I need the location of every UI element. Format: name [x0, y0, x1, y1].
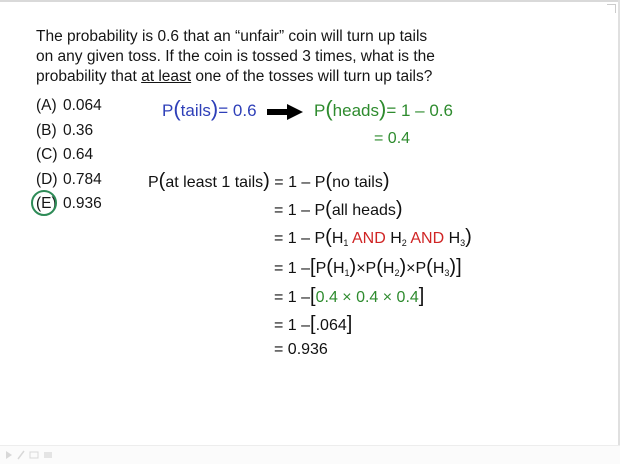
choice-letter: (D)	[36, 170, 58, 188]
choice-letter: (B)	[36, 121, 57, 139]
choice-value: 0.64	[63, 146, 94, 163]
step-1-rhs-arg: no tails	[332, 174, 383, 191]
choice-a[interactable]: (A) 0.064	[36, 96, 102, 121]
and-keyword: AND	[351, 230, 386, 247]
question-line-2: on any given toss. If the coin is tossed…	[36, 48, 435, 65]
p-symbol: P	[315, 260, 327, 277]
p-symbol: P	[415, 260, 427, 277]
h-subscript: 1	[343, 238, 349, 248]
question-underlined-phrase: at least	[141, 68, 192, 85]
choice-letter: (C)	[36, 146, 58, 163]
question-text: The probability is 0.6 that an “unfair” …	[36, 27, 596, 87]
tails-arg: tails	[180, 101, 211, 120]
p-symbol: P	[162, 101, 174, 120]
h-symbol: H	[332, 260, 345, 277]
heads-result: = 0.4	[374, 130, 411, 147]
step-2-rhs: = 1 – P	[274, 202, 326, 219]
step-5-rhs: = 1 –	[274, 289, 311, 306]
choice-b[interactable]: (B) 0.36	[36, 121, 102, 146]
step-3: = 1 – P(H1 AND H2 AND H3)	[274, 226, 472, 248]
step-7-final-answer: = 0.936	[274, 341, 328, 358]
times-symbol: ×	[356, 260, 366, 277]
question-line-3-end: one of the tosses will turn up tails?	[191, 68, 433, 85]
step-6-rhs: = 1 –	[274, 317, 311, 334]
choice-value: 0.36	[63, 121, 94, 139]
p-symbol: P	[148, 174, 159, 191]
corner-mark	[607, 4, 616, 13]
question-line-3-start: probability that	[36, 68, 142, 85]
question-line-1: The probability is 0.6 that an “unfair” …	[36, 28, 428, 45]
h-subscript: 2	[401, 238, 407, 248]
step-5: = 1 –[0.4 × 0.4 × 0.4]	[274, 285, 425, 307]
p-symbol: P	[365, 260, 377, 277]
h-symbol: H	[448, 230, 461, 247]
toolbar-icons	[6, 450, 52, 460]
heads-expression: = 1 – 0.6	[386, 101, 453, 120]
step-3-rhs: = 1 – P	[274, 230, 326, 247]
choice-value: 0.936	[63, 195, 102, 212]
tails-value: = 0.6	[218, 101, 257, 120]
slide-top-border	[0, 0, 620, 2]
play-icon	[6, 451, 12, 459]
answer-choices: (A) 0.064 (B) 0.36 (C) 0.64 (D) 0.784 (E) 0.9…	[31, 96, 102, 219]
h-symbol: H	[382, 260, 395, 277]
product-expression: 0.4 × 0.4 × 0.4	[315, 289, 419, 306]
step-1: P(at least 1 tails) = 1 – P(no tails)	[148, 170, 390, 192]
slide-icon	[29, 451, 39, 459]
choice-e[interactable]: (E) 0.936	[31, 190, 102, 219]
step-6: = 1 –[.064]	[274, 313, 353, 335]
step-4-rhs: = 1 –	[274, 260, 311, 277]
question-line-3: probability that at least one of the tos…	[36, 67, 596, 87]
step-1-rhs: = 1 – P	[274, 174, 326, 191]
selected-answer-circle	[31, 190, 57, 216]
h-symbol: H	[432, 260, 445, 277]
step-2-rhs-arg: all heads	[331, 202, 396, 219]
menu-icon	[44, 452, 52, 458]
choice-letter: (A)	[36, 97, 57, 114]
choice-value: 0.784	[63, 170, 102, 188]
choice-c[interactable]: (C) 0.64	[36, 145, 102, 170]
and-keyword: AND	[410, 230, 445, 247]
heads-arg: heads	[332, 101, 379, 120]
product-value: .064	[315, 317, 347, 334]
given-p-tails: P(tails)= 0.6 P(heads)= 1 – 0.6	[162, 96, 453, 121]
choice-value: 0.064	[63, 97, 102, 114]
step-4: = 1 –[P(H1)×P(H2)×P(H3)]	[274, 256, 462, 278]
pen-icon	[17, 450, 25, 460]
implies-arrow-icon	[267, 103, 304, 120]
h-symbol: H	[390, 230, 402, 247]
h-symbol: H	[331, 230, 344, 247]
step-1-lhs-arg: at least 1 tails	[165, 174, 264, 191]
p-symbol: P	[314, 101, 326, 120]
bottom-toolbar	[0, 445, 620, 464]
step-2: = 1 – P(all heads)	[274, 198, 403, 220]
